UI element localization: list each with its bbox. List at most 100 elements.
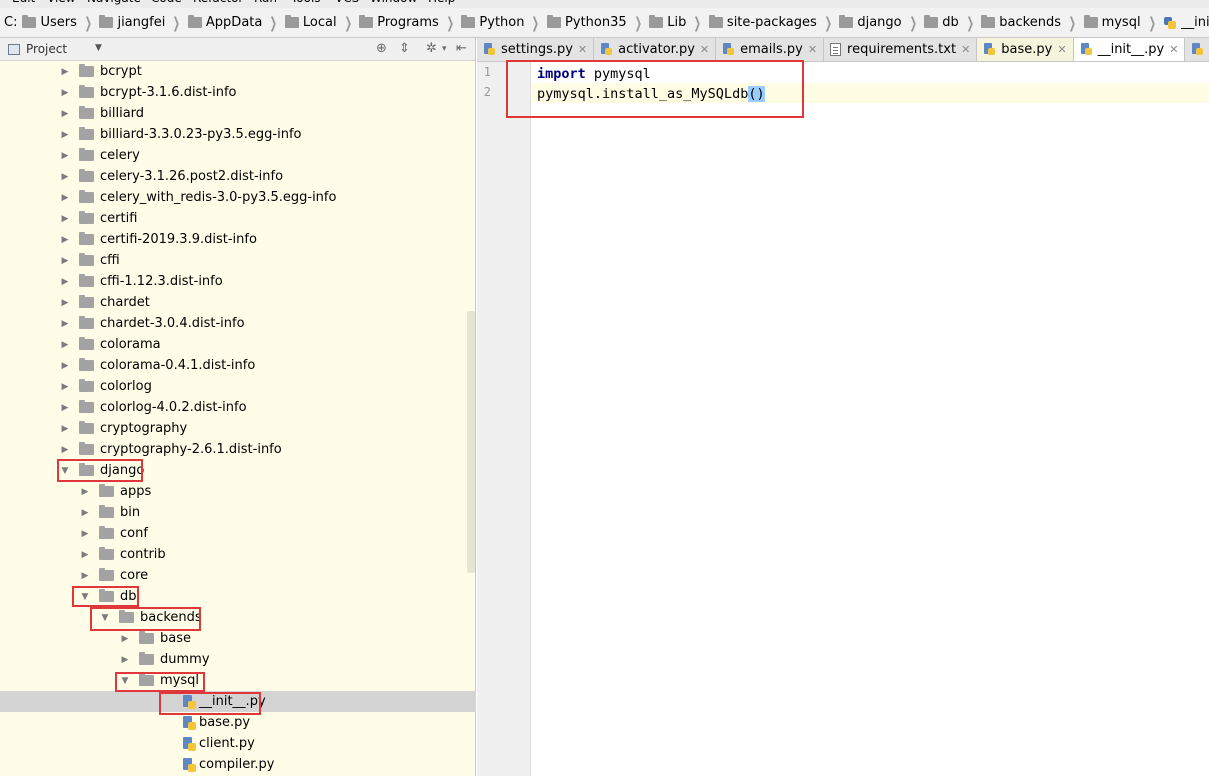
target-icon[interactable]: ⊕ [376,41,387,56]
code-editor[interactable]: import pymysql pymysql.install_as_MySQLdb… [532,62,1209,776]
tree-item[interactable]: ▶ colorama [0,334,476,355]
breadcrumb-item[interactable]: ❯ Python [439,8,524,37]
tree-item[interactable]: ▶ bin [0,502,476,523]
collapsed-arrow-icon[interactable]: ▶ [119,655,131,665]
tree-item[interactable]: base.py [0,712,476,733]
tree-item[interactable]: client.py [0,733,476,754]
collapsed-arrow-icon[interactable]: ▶ [59,67,71,77]
tree-item[interactable]: ▶ conf [0,523,476,544]
collapse-all-icon[interactable]: ⇕ [399,41,410,56]
tree-item[interactable]: ▶ cryptography-2.6.1.dist-info [0,439,476,460]
collapsed-arrow-icon[interactable]: ▶ [59,193,71,203]
tree-item[interactable]: ▶ cffi [0,250,476,271]
breadcrumb-item[interactable]: ❯ mysql [1061,8,1141,37]
close-icon[interactable]: ✕ [961,43,970,56]
collapsed-arrow-icon[interactable]: ▶ [59,445,71,455]
tree-item[interactable]: ▼ backends [0,607,476,628]
tree-item[interactable]: ▶ certifi-2019.3.9.dist-info [0,229,476,250]
collapsed-arrow-icon[interactable]: ▶ [59,151,71,161]
breadcrumb-item[interactable]: ❯ Programs [337,8,439,37]
breadcrumb-item[interactable]: ❯ __init__.py [1141,8,1209,37]
tree-item[interactable]: ▶ apps [0,481,476,502]
menu-item-refactor[interactable]: Refactor [193,0,243,5]
breadcrumb-item[interactable]: Users [17,8,77,37]
editor-tab[interactable]: base.py ✕ [977,38,1074,61]
collapsed-arrow-icon[interactable]: ▶ [59,109,71,119]
close-icon[interactable]: ✕ [1169,43,1178,56]
editor-tab[interactable]: celer [1185,38,1209,61]
breadcrumb-item[interactable]: ❯ Local [262,8,337,37]
collapsed-arrow-icon[interactable]: ▶ [79,550,91,560]
collapsed-arrow-icon[interactable]: ▶ [59,424,71,434]
collapsed-arrow-icon[interactable]: ▶ [59,214,71,224]
collapsed-arrow-icon[interactable]: ▶ [79,508,91,518]
tree-item[interactable]: ▶ base [0,628,476,649]
menu-item-run[interactable]: Run [254,0,277,5]
collapsed-arrow-icon[interactable]: ▶ [59,130,71,140]
close-icon[interactable]: ✕ [1057,43,1066,56]
collapsed-arrow-icon[interactable]: ▶ [79,529,91,539]
tree-item[interactable]: ▶ chardet-3.0.4.dist-info [0,313,476,334]
collapsed-arrow-icon[interactable]: ▶ [119,634,131,644]
tree-item[interactable]: ▶ celery_with_redis-3.0-py3.5.egg-info [0,187,476,208]
hide-panel-icon[interactable]: ⇤ [456,41,467,56]
breadcrumb-item[interactable]: ❯ Lib [627,8,686,37]
breadcrumb-item[interactable]: ❯ site-packages [686,8,817,37]
close-icon[interactable]: ✕ [700,43,709,56]
breadcrumb-item[interactable]: ❯ django [817,8,901,37]
collapsed-arrow-icon[interactable]: ▶ [59,361,71,371]
collapsed-arrow-icon[interactable]: ▶ [59,235,71,245]
gear-dropdown-icon[interactable]: ▾ [442,44,447,54]
editor-tab[interactable]: __init__.py ✕ [1073,38,1186,61]
tree-item[interactable]: ▶ cryptography [0,418,476,439]
editor-tab[interactable]: requirements.txt ✕ [824,38,978,61]
tree-item[interactable]: ▶ bcrypt [0,61,476,82]
menu-item-window[interactable]: Window [370,0,417,5]
menu-item-help[interactable]: Help [428,0,455,5]
tree-item[interactable]: ▶ colorlog-4.0.2.dist-info [0,397,476,418]
tree-item[interactable]: ▶ billiard [0,103,476,124]
menu-item-view[interactable]: View [47,0,75,5]
breadcrumb-item[interactable]: ❯ AppData [165,8,263,37]
menu-item-edit[interactable]: Edit [12,0,35,5]
collapsed-arrow-icon[interactable]: ▶ [59,298,71,308]
tree-item[interactable]: ▶ dummy [0,649,476,670]
collapsed-arrow-icon[interactable]: ▶ [59,172,71,182]
editor-tab[interactable]: emails.py ✕ [716,38,825,61]
breadcrumb-item[interactable]: ❯ jiangfei [77,8,165,37]
tree-item[interactable]: ▶ bcrypt-3.1.6.dist-info [0,82,476,103]
tree-item[interactable]: ▶ celery [0,145,476,166]
collapsed-arrow-icon[interactable]: ▶ [59,403,71,413]
editor-tab[interactable]: settings.py ✕ [477,38,595,61]
close-icon[interactable]: ✕ [808,43,817,56]
collapsed-arrow-icon[interactable]: ▶ [59,277,71,287]
collapsed-arrow-icon[interactable]: ▶ [59,382,71,392]
collapsed-arrow-icon[interactable]: ▶ [79,487,91,497]
tree-item[interactable]: ▶ certifi [0,208,476,229]
tree-item[interactable]: ▼ mysql [0,670,476,691]
tree-item[interactable]: compiler.py [0,754,476,775]
project-title[interactable]: Project [26,42,67,56]
tree-item[interactable]: ▶ billiard-3.3.0.23-py3.5.egg-info [0,124,476,145]
tree-item[interactable]: ▶ celery-3.1.26.post2.dist-info [0,166,476,187]
tree-item[interactable]: ▶ contrib [0,544,476,565]
menu-item-tools[interactable]: Tools [291,0,321,5]
tree-item[interactable]: ▶ cffi-1.12.3.dist-info [0,271,476,292]
menu-item-code[interactable]: Code [151,0,182,5]
breadcrumb-item[interactable]: ❯ db [902,8,959,37]
collapsed-arrow-icon[interactable]: ▶ [59,88,71,98]
collapsed-arrow-icon[interactable]: ▶ [59,256,71,266]
collapsed-arrow-icon[interactable]: ▶ [59,340,71,350]
tree-item[interactable]: ▶ colorlog [0,376,476,397]
menu-item-vcs[interactable]: VCS [335,0,359,5]
breadcrumb-drive[interactable]: C: [4,15,17,30]
breadcrumb-item[interactable]: ❯ backends [959,8,1061,37]
tree-item[interactable]: ▶ core [0,565,476,586]
close-icon[interactable]: ✕ [578,43,587,56]
tree-scrollbar[interactable] [467,311,475,573]
chevron-down-icon[interactable]: ▼ [95,43,102,53]
tree-item[interactable]: ▶ colorama-0.4.1.dist-info [0,355,476,376]
collapsed-arrow-icon[interactable]: ▶ [79,571,91,581]
breadcrumb-item[interactable]: ❯ Python35 [524,8,627,37]
collapsed-arrow-icon[interactable]: ▶ [59,319,71,329]
